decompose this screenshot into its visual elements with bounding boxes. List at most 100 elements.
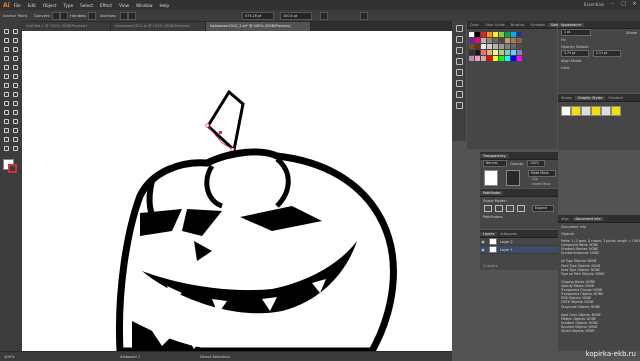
- color-swatch[interactable]: [511, 38, 516, 43]
- tab-layers[interactable]: Layers: [480, 231, 498, 236]
- direct-selection-tool-icon[interactable]: [11, 27, 19, 35]
- color-swatch[interactable]: [499, 44, 504, 49]
- connect-anchor-button[interactable]: [128, 12, 136, 20]
- transparency-panel-icon[interactable]: [455, 91, 463, 98]
- minimize-button[interactable]: –: [609, 1, 616, 8]
- color-swatch[interactable]: [493, 50, 498, 55]
- blob-brush-tool-icon[interactable]: [2, 72, 10, 80]
- color-swatch[interactable]: [481, 44, 486, 49]
- hand-tool-icon[interactable]: [2, 144, 10, 152]
- color-swatch[interactable]: [499, 38, 504, 43]
- stroke-color-swatch[interactable]: [8, 164, 17, 173]
- menu-effect[interactable]: Effect: [100, 3, 112, 8]
- color-swatch[interactable]: [505, 50, 510, 55]
- color-swatch[interactable]: [487, 32, 492, 37]
- color-swatch[interactable]: [511, 56, 516, 61]
- tab-stroke[interactable]: Stroke: [558, 96, 575, 100]
- tab-brushes[interactable]: Brushes: [508, 23, 528, 27]
- maximize-button[interactable]: □: [620, 1, 627, 8]
- pumpkin-artwork[interactable]: [22, 31, 452, 351]
- tab-gradient[interactable]: Gradient: [605, 96, 626, 100]
- color-swatch[interactable]: [505, 38, 510, 43]
- menu-help[interactable]: Help: [160, 3, 170, 8]
- y-field[interactable]: 340.6 pt: [280, 12, 312, 20]
- color-swatch[interactable]: [493, 38, 498, 43]
- width-tool-icon[interactable]: [2, 90, 10, 98]
- type-tool-icon[interactable]: [11, 45, 19, 53]
- graph-tool-icon[interactable]: [11, 126, 19, 134]
- appearance-panel-icon[interactable]: [455, 102, 463, 109]
- color-swatch[interactable]: [511, 44, 516, 49]
- blend-tool-icon[interactable]: [11, 117, 19, 125]
- tab-color[interactable]: Color: [467, 23, 482, 27]
- artboard-tool-icon[interactable]: [2, 135, 10, 143]
- symbol-sprayer-tool-icon[interactable]: [2, 126, 10, 134]
- zoom-tool-icon[interactable]: [11, 144, 19, 152]
- opacity-field[interactable]: 100%: [526, 160, 545, 167]
- tab-halloween2011[interactable]: halloween2011.ai @ 100% (RGB/Preview): [111, 22, 206, 31]
- x-field[interactable]: 575.26 pt: [242, 12, 274, 20]
- remove-anchor-button[interactable]: [120, 12, 128, 20]
- menu-window[interactable]: Window: [136, 3, 153, 8]
- convert-smooth-button[interactable]: [60, 12, 68, 20]
- color-swatch[interactable]: [511, 50, 516, 55]
- color-swatch[interactable]: [475, 44, 480, 49]
- color-swatch[interactable]: [487, 50, 492, 55]
- color-panel-icon[interactable]: [455, 25, 463, 32]
- color-swatch[interactable]: [505, 56, 510, 61]
- artboard-selector[interactable]: Artboard 1: [120, 354, 140, 359]
- color-swatch[interactable]: [481, 50, 486, 55]
- line-tool-icon[interactable]: [2, 54, 10, 62]
- stroke-weight-field[interactable]: 1 pt: [561, 29, 591, 36]
- color-swatch[interactable]: [481, 56, 486, 61]
- layer-name[interactable]: Layer 1: [500, 248, 513, 252]
- tab-align[interactable]: Align: [558, 217, 573, 221]
- layer-name[interactable]: Layer 2: [500, 240, 513, 244]
- width-field[interactable]: 3.75 pt: [561, 50, 589, 57]
- expand-button[interactable]: Expand: [532, 205, 554, 212]
- graphic-styles-grid[interactable]: [558, 102, 640, 150]
- make-mask-button[interactable]: Make Mask: [528, 170, 556, 177]
- pencil-tool-icon[interactable]: [11, 63, 19, 71]
- perspective-tool-icon[interactable]: [11, 99, 19, 107]
- menu-object[interactable]: Object: [43, 3, 57, 8]
- graphic-style-swatch[interactable]: [611, 106, 621, 116]
- menu-type[interactable]: Type: [63, 3, 73, 8]
- magic-wand-tool-icon[interactable]: [2, 36, 10, 44]
- swatch-grid[interactable]: [467, 29, 557, 149]
- slice-tool-icon[interactable]: [11, 135, 19, 143]
- color-swatch[interactable]: [511, 32, 516, 37]
- handles-button[interactable]: [88, 12, 96, 20]
- gradient-panel-icon[interactable]: [455, 80, 463, 87]
- color-swatch[interactable]: [481, 38, 486, 43]
- isolate-button[interactable]: [360, 12, 368, 20]
- color-swatch[interactable]: [505, 44, 510, 49]
- color-swatch[interactable]: [493, 32, 498, 37]
- intersect-button[interactable]: [506, 205, 514, 212]
- layer-row[interactable]: ◉ Layer 2: [480, 238, 558, 246]
- color-swatch[interactable]: [475, 50, 480, 55]
- lasso-tool-icon[interactable]: [11, 36, 19, 44]
- shape-builder-tool-icon[interactable]: [2, 99, 10, 107]
- symbols-panel-icon[interactable]: [455, 58, 463, 65]
- convert-corner-button[interactable]: [52, 12, 60, 20]
- tab-symbols[interactable]: Symbols: [527, 23, 547, 27]
- color-swatch[interactable]: [469, 50, 474, 55]
- gradient-tool-icon[interactable]: [11, 108, 19, 116]
- color-swatch[interactable]: [469, 32, 474, 37]
- graphic-style-swatch[interactable]: [571, 106, 581, 116]
- color-swatch[interactable]: [487, 56, 492, 61]
- tab-color-guide[interactable]: Color Guide: [482, 23, 508, 27]
- pen-tool-icon[interactable]: [2, 45, 10, 53]
- clip-checkbox[interactable]: Clip: [532, 177, 538, 181]
- selection-tool-icon[interactable]: [2, 27, 10, 35]
- menu-edit[interactable]: Edit: [28, 3, 36, 8]
- color-swatch[interactable]: [469, 38, 474, 43]
- graphic-style-swatch[interactable]: [601, 106, 611, 116]
- color-swatch[interactable]: [493, 44, 498, 49]
- visibility-eye-icon[interactable]: ◉: [480, 239, 486, 244]
- rotate-tool-icon[interactable]: [2, 81, 10, 89]
- scale-tool-icon[interactable]: [11, 81, 19, 89]
- eyedropper-tool-icon[interactable]: [2, 117, 10, 125]
- color-swatch[interactable]: [487, 38, 492, 43]
